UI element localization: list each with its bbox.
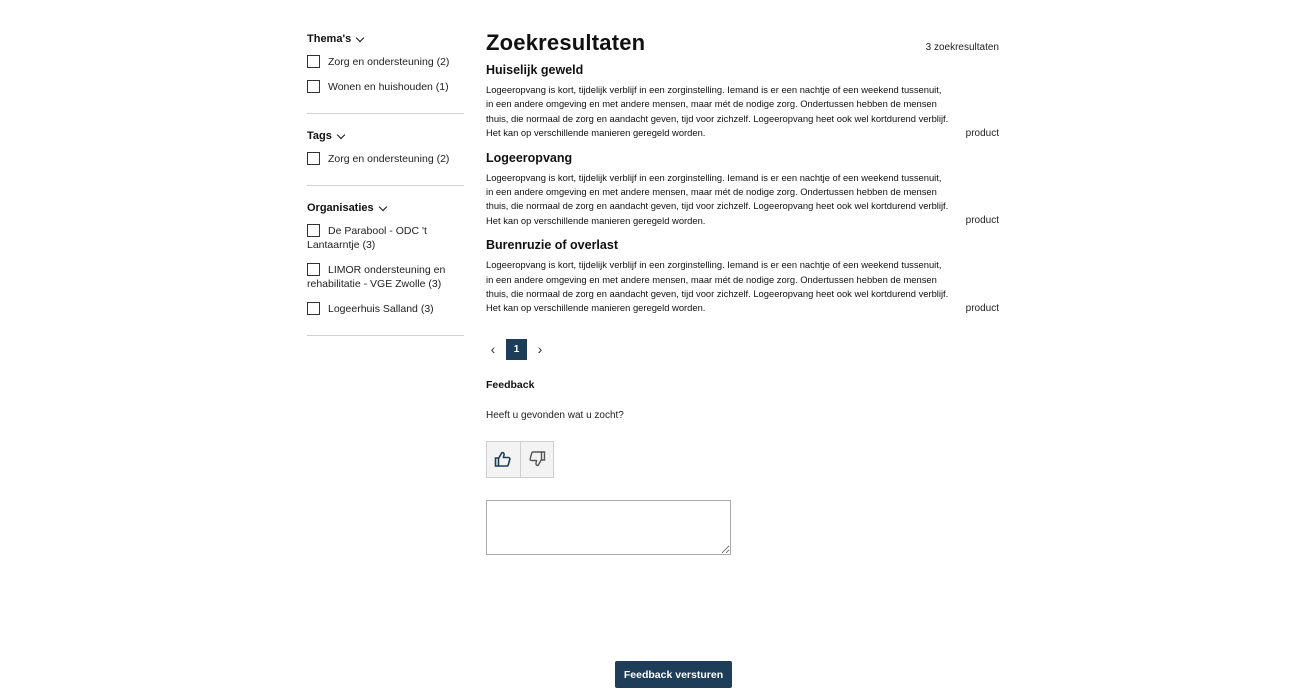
checkbox[interactable] [307,55,320,68]
page-title: Zoekresultaten [486,30,646,55]
result-description: Logeeropvang is kort, tijdelijk verblijf… [486,171,949,226]
page-number-current[interactable]: 1 [506,338,527,360]
filter-sidebar: Thema's Zorg en ondersteuning (2) Wonen … [307,30,464,336]
thumbs-up-button[interactable] [487,442,520,477]
result-item: Huiselijk geweld Logeeropvang is kort, t… [486,62,999,141]
result-body: Logeeropvang is kort, tijdelijk verblijf… [486,171,999,229]
result-type: product [965,127,999,139]
chevron-down-icon [336,130,346,139]
pagination: ‹ 1 › [486,338,999,360]
result-title-link[interactable]: Logeeropvang [486,150,999,167]
feedback-textarea[interactable] [486,499,731,555]
filter-option[interactable]: LIMOR ondersteuning en rehabilitatie - V… [307,263,464,291]
filter-option-label: Wonen en huishouden (1) [328,81,449,93]
feedback-rating [486,440,554,478]
facet-toggle-organisations[interactable]: Organisaties [307,199,464,217]
checkbox[interactable] [307,263,320,276]
next-page-button[interactable]: › [533,339,547,359]
thumbs-down-icon [529,451,545,467]
result-type: product [965,302,999,314]
result-description: Logeeropvang is kort, tijdelijk verblijf… [486,259,949,314]
search-results: Zoekresultaten 3 zoekresultaten Huiselij… [486,30,999,555]
filter-option[interactable]: De Parabool - ODC 't Lantaarntje (3) [307,224,464,252]
facet-tags: Tags Zorg en ondersteuning (2) [307,127,464,186]
result-title-link[interactable]: Burenruzie of overlast [486,237,999,254]
filter-option-label: Zorg en ondersteuning (2) [328,56,450,68]
filter-option-label: Zorg en ondersteuning (2) [328,153,450,165]
result-body: Logeeropvang is kort, tijdelijk verblijf… [486,83,999,141]
filter-option-label: LIMOR ondersteuning en rehabilitatie - V… [307,264,446,290]
checkbox[interactable] [307,80,320,93]
result-description: Logeeropvang is kort, tijdelijk verblijf… [486,84,949,139]
facet-title: Organisaties [307,202,374,214]
checkbox[interactable] [307,152,320,165]
thumbs-down-button[interactable] [519,441,554,477]
filter-option[interactable]: Zorg en ondersteuning (2) [307,55,464,69]
facet-themes: Thema's Zorg en ondersteuning (2) Wonen … [307,30,464,114]
result-item: Logeeropvang Logeeropvang is kort, tijde… [486,150,999,229]
feedback-question: Heeft u gevonden wat u zocht? [486,409,624,421]
result-title-link[interactable]: Huiselijk geweld [486,62,999,79]
facet-title: Thema's [307,33,352,45]
filter-option[interactable]: Logeerhuis Salland (3) [307,302,464,316]
chevron-down-icon [378,202,387,211]
filter-option-label: De Parabool - ODC 't Lantaarntje (3) [307,225,427,251]
chevron-down-icon [355,33,365,42]
feedback-title: Feedback [486,378,535,391]
result-count: 3 zoekresultaten [925,42,999,53]
filter-option[interactable]: Wonen en huishouden (1) [307,80,464,94]
result-type: product [965,215,999,227]
thumbs-up-icon [494,452,511,468]
results-header: Zoekresultaten 3 zoekresultaten [486,30,999,58]
facet-title: Tags [307,130,332,142]
result-body: Logeeropvang is kort, tijdelijk verblijf… [486,258,999,316]
send-feedback-button[interactable]: Feedback versturen [615,661,732,688]
checkbox[interactable] [307,302,320,315]
filter-option[interactable]: Zorg en ondersteuning (2) [307,152,464,166]
facet-toggle-tags[interactable]: Tags [307,127,464,145]
prev-page-button[interactable]: ‹ [486,339,500,359]
result-item: Burenruzie of overlast Logeeropvang is k… [486,237,999,316]
checkbox[interactable] [307,224,320,237]
facet-organisations: Organisaties De Parabool - ODC 't Lantaa… [307,199,464,336]
filter-option-label: Logeerhuis Salland (3) [328,303,434,315]
facet-toggle-themes[interactable]: Thema's [307,30,464,48]
